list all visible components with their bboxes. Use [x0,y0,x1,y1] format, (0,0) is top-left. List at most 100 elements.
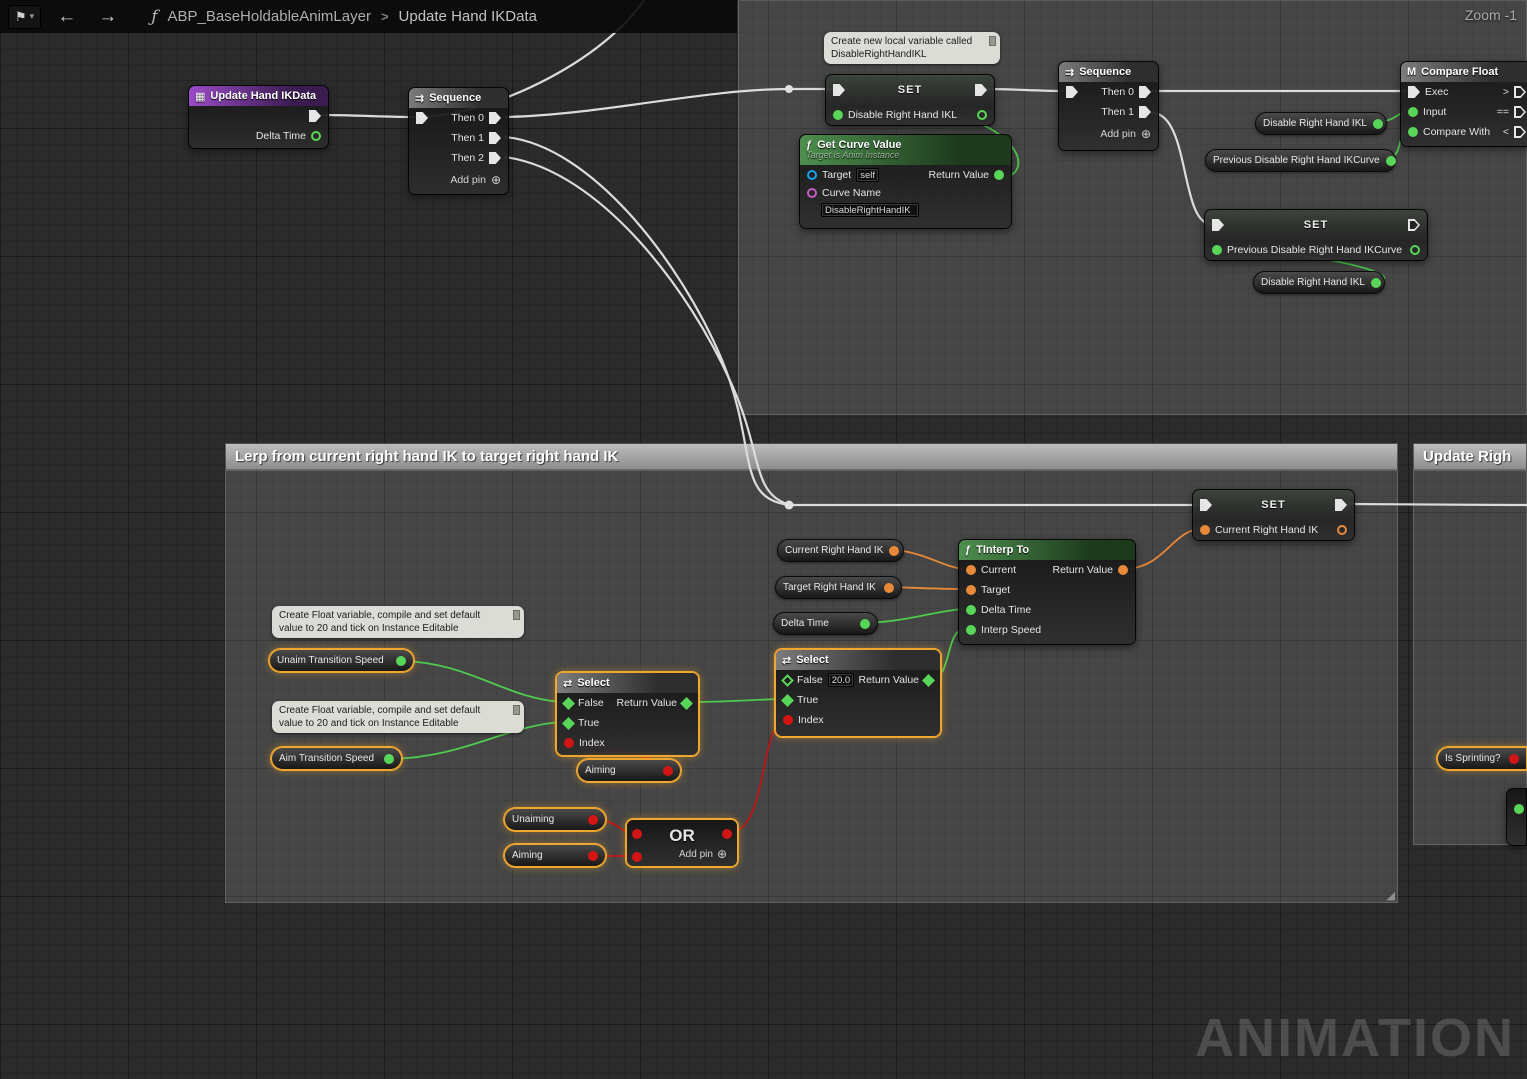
bool-pin[interactable] [632,829,642,839]
float-pin[interactable] [1408,127,1418,137]
pill-unaim-transition-speed[interactable]: Unaim Transition Speed [269,649,414,672]
exec-out-pin[interactable] [1139,86,1151,98]
node-or[interactable]: OR Add pin ⊕ [626,819,738,867]
float-out-pin[interactable] [1373,119,1383,129]
bool-pin[interactable] [783,715,793,725]
note-bubble-local-var[interactable]: Create new local variable called Disable… [824,32,1000,64]
add-pin-button[interactable]: Add pin ⊕ [450,173,501,187]
transform-out-pin[interactable] [889,546,899,556]
pill-aiming-2[interactable]: Aiming [504,844,606,867]
wildcard-out-pin[interactable] [680,697,693,710]
pill-disable-right-hand-ikl-2[interactable]: Disable Right Hand IKL [1253,271,1385,294]
node-compare-float[interactable]: M Compare Float Exec > Input == Compare … [1400,61,1527,147]
clipped-node-right-edge[interactable] [1506,788,1527,846]
float-out-pin[interactable] [994,170,1004,180]
exec-in-pin[interactable] [1200,499,1212,511]
float-pin[interactable] [1212,245,1222,255]
comment-title[interactable]: Lerp from current right hand IK to targe… [225,443,1398,470]
pill-unaiming[interactable]: Unaiming [504,808,606,831]
transform-pin[interactable] [1200,525,1210,535]
transform-out-pin[interactable] [1118,565,1128,575]
comment-title[interactable]: Update Righ [1413,443,1527,470]
exec-out-pin[interactable] [1139,106,1151,118]
float-pin[interactable] [833,110,843,120]
back-button[interactable]: ← [51,6,82,28]
node-sequence-1[interactable]: ⇉ Sequence Then 0 Then 1 Then 2 Add pin … [408,87,509,195]
blueprint-graph-canvas[interactable]: Lerp from current right hand IK to targe… [0,0,1527,1079]
add-pin-button[interactable]: Add pin ⊕ [1100,127,1151,141]
pill-target-right-hand-ik[interactable]: Target Right Hand IK [775,576,902,599]
node-update-hand-ikdata[interactable]: ▦ Update Hand IKData Delta Time [188,85,329,149]
node-set-disable-right-hand-ikl[interactable]: SET Disable Right Hand IKL [825,74,995,126]
float-out-pin[interactable] [1410,245,1420,255]
exec-in-pin[interactable] [416,112,428,124]
node-set-current-right-hand-ik[interactable]: SET Current Right Hand IK [1192,489,1355,541]
exec-in-pin[interactable] [833,84,845,96]
float-pin[interactable] [1408,107,1418,117]
exec-out-pin[interactable] [489,112,501,124]
node-set-previous-disable-curve[interactable]: SET Previous Disable Right Hand IKCurve [1204,209,1428,261]
float-out-pin[interactable] [311,131,321,141]
note-pin-icon[interactable] [989,36,996,46]
transform-pin[interactable] [966,565,976,575]
pill-disable-right-hand-ikl[interactable]: Disable Right Hand IKL [1255,112,1387,135]
bool-pin[interactable] [632,852,642,862]
curve-name-input[interactable]: DisableRightHandIK [821,203,919,217]
exec-out-pin[interactable] [489,132,501,144]
float-out-pin[interactable] [860,619,870,629]
node-sequence-2[interactable]: ⇉ Sequence Then 0 Then 1 Add pin ⊕ [1058,61,1159,151]
float-out-pin[interactable] [1371,278,1381,288]
pill-is-sprinting[interactable]: Is Sprinting? [1437,747,1527,770]
node-tinterp-to[interactable]: ƒ TInterp To Current Return Value Target… [958,539,1136,645]
wildcard-pin[interactable] [562,697,575,710]
float-out-pin[interactable] [396,656,406,666]
float-out-pin[interactable] [977,110,987,120]
pill-aiming-1[interactable]: Aiming [577,759,681,782]
node-get-curve-value[interactable]: ƒ Get Curve Value Target is Anim Instanc… [799,134,1012,229]
name-pin[interactable] [807,188,817,198]
note-pin-icon[interactable] [513,610,520,620]
float-out-pin[interactable] [384,754,394,764]
object-pin[interactable] [807,170,817,180]
pill-previous-disable-curve[interactable]: Previous Disable Right Hand IKCurve [1205,149,1396,172]
exec-out-pin[interactable] [309,110,321,122]
float-pin[interactable] [1514,804,1524,814]
wildcard-pin[interactable] [781,694,794,707]
add-pin-button[interactable]: Add pin ⊕ [679,847,727,861]
node-select-1[interactable]: ⇄ Select False Return Value True Index [556,672,699,756]
node-select-2[interactable]: ⇄ Select False 20.0 Return Value True In… [775,649,941,737]
exec-out-pin[interactable] [489,152,501,164]
exec-out-pin[interactable] [1514,106,1526,118]
note-bubble-float-var-2[interactable]: Create Float variable, compile and set d… [272,701,524,733]
float-out-pin[interactable] [1386,156,1396,166]
exec-out-pin[interactable] [1514,126,1526,138]
exec-out-pin[interactable] [1408,219,1420,231]
bool-out-pin[interactable] [588,815,598,825]
pill-aim-transition-speed[interactable]: Aim Transition Speed [271,747,402,770]
wildcard-pin[interactable] [781,674,794,687]
resize-handle-icon[interactable]: ◢ [1387,889,1395,902]
pill-current-right-hand-ik[interactable]: Current Right Hand IK [777,539,904,562]
exec-in-pin[interactable] [1212,219,1224,231]
exec-in-pin[interactable] [1408,86,1420,98]
transform-out-pin[interactable] [1337,525,1347,535]
target-value-box[interactable]: self [856,168,879,182]
exec-in-pin[interactable] [1066,86,1078,98]
float-pin[interactable] [966,605,976,615]
pill-delta-time[interactable]: Delta Time [773,612,878,635]
bool-out-pin[interactable] [722,829,732,839]
wildcard-pin[interactable] [562,717,575,730]
bool-out-pin[interactable] [1509,754,1519,764]
transform-out-pin[interactable] [884,583,894,593]
false-value-box[interactable]: 20.0 [828,673,855,687]
note-pin-icon[interactable] [513,705,520,715]
bool-pin[interactable] [564,738,574,748]
bool-out-pin[interactable] [588,851,598,861]
forward-button[interactable]: → [92,6,123,28]
exec-out-pin[interactable] [1335,499,1347,511]
bookmark-button[interactable]: ⚑ ▾ [8,5,41,29]
wildcard-out-pin[interactable] [922,674,935,687]
note-bubble-float-var-1[interactable]: Create Float variable, compile and set d… [272,606,524,638]
exec-out-pin[interactable] [1514,86,1526,98]
float-pin[interactable] [966,625,976,635]
